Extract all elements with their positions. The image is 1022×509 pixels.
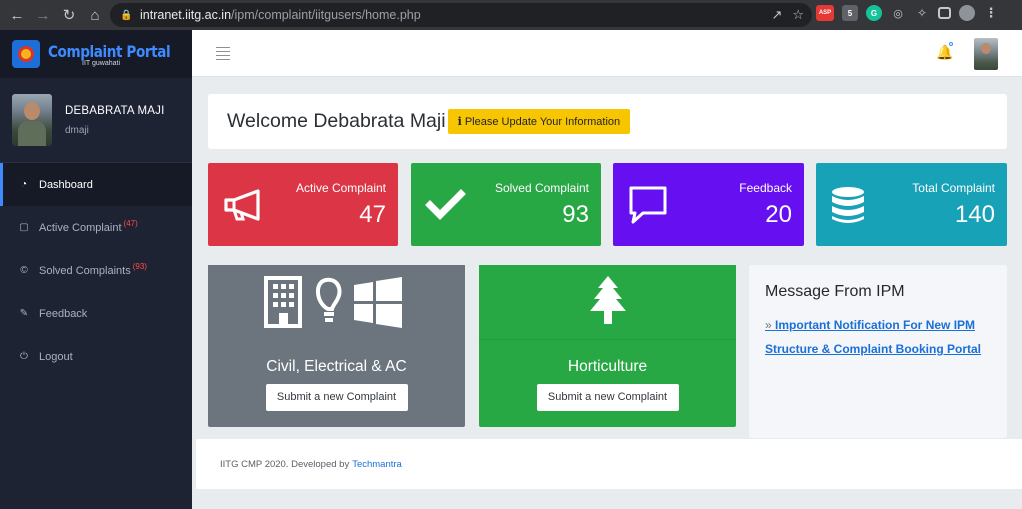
count-badge: (47) xyxy=(123,219,138,228)
lock-icon[interactable]: 🔒 xyxy=(120,10,134,21)
notification-dot xyxy=(949,42,953,46)
welcome-text: Welcome Debabrata Maji xyxy=(227,110,446,132)
profile-avatar-icon[interactable] xyxy=(959,5,975,21)
tree-icon xyxy=(589,276,626,324)
submit-complaint-button[interactable]: Submit a new Complaint xyxy=(536,384,679,411)
share-icon[interactable]: ↗ xyxy=(771,7,782,23)
star-icon[interactable]: ☆ xyxy=(792,7,804,23)
forward-arrow-icon[interactable]: → xyxy=(30,2,56,28)
sidebar-item-active-complaint[interactable]: ▢ Active Complaint (47) xyxy=(0,206,192,249)
user-name: DEBABRATA MAJI xyxy=(65,104,165,117)
browser-toolbar: ← → ↻ ⌂ 🔒 intranet.iitg.ac.in/ipm/compla… xyxy=(0,0,1022,30)
check-icon xyxy=(425,189,466,220)
megaphone-icon xyxy=(224,189,260,221)
footer-text: IITG CMP 2020. Developed by xyxy=(220,458,350,470)
welcome-card: Welcome Debabrata Maji i Please Update Y… xyxy=(208,94,1007,149)
top-navbar: 🔔 xyxy=(192,30,1022,77)
comment-icon xyxy=(629,186,667,224)
stat-card-feedback[interactable]: Feedback 20 xyxy=(613,163,804,246)
stat-card-total-complaint[interactable]: Total Complaint 140 xyxy=(816,163,1007,246)
bell-icon[interactable]: 🔔 xyxy=(936,44,953,61)
stat-value: 20 xyxy=(765,201,792,228)
category-card-horticulture: Horticulture Submit a new Complaint xyxy=(479,265,736,427)
user-id: dmaji xyxy=(65,124,89,136)
asp-extension-icon[interactable]: ASP xyxy=(816,5,834,21)
stat-card-active-complaint[interactable]: Active Complaint 47 xyxy=(208,163,398,246)
building-bulb-windows-icon xyxy=(263,275,402,328)
address-bar[interactable]: 🔒 intranet.iitg.ac.in/ipm/complaint/iitg… xyxy=(110,3,812,27)
double-chevron-icon: » xyxy=(765,318,772,332)
stat-card-solved-complaint[interactable]: Solved Complaint 93 xyxy=(411,163,601,246)
database-icon xyxy=(832,187,864,223)
stat-label: Active Complaint xyxy=(295,181,386,195)
sidebar-item-dashboard[interactable]: ◔ Dashboard xyxy=(0,163,192,206)
stat-label: Feedback xyxy=(739,181,792,195)
update-info-button[interactable]: i Please Update Your Information xyxy=(447,109,631,134)
badge-extension-icon[interactable]: 5 xyxy=(842,5,858,21)
sidebar-item-label: Logout xyxy=(39,350,73,363)
sidebar-item-logout[interactable]: ⏻ Logout xyxy=(0,335,192,378)
stat-value: 140 xyxy=(954,201,995,228)
category-card-civil: Civil, Electrical & AC Submit a new Comp… xyxy=(208,265,465,427)
sidebar-menu: ◔ Dashboard ▢ Active Complaint (47) © So… xyxy=(0,163,192,378)
hamburger-menu-icon[interactable] xyxy=(216,47,230,63)
url-host: intranet.iitg.ac.in xyxy=(140,8,232,22)
stat-value: 47 xyxy=(359,201,386,228)
category-title: Horticulture xyxy=(567,358,648,375)
brand-title: Complaint Portal xyxy=(48,41,171,61)
puzzle-icon[interactable]: ✧ xyxy=(914,5,930,21)
submit-complaint-button[interactable]: Submit a new Complaint xyxy=(265,384,408,411)
message-title: Message From IPM xyxy=(765,283,905,300)
sidebar-item-label: Dashboard xyxy=(39,178,93,191)
avatar[interactable] xyxy=(974,38,998,70)
stat-label: Total Complaint xyxy=(912,181,995,195)
notification-link[interactable]: » Important Notification For New IPM Str… xyxy=(765,313,991,361)
dropper-extension-icon[interactable]: ◎ xyxy=(890,5,906,21)
sidebar: Complaint Portal IIT guwahati DEBABRATA … xyxy=(0,30,192,509)
stat-label: Solved Complaint xyxy=(494,181,589,195)
user-panel: DEBABRATA MAJI dmaji xyxy=(0,78,192,163)
copyright-icon: © xyxy=(20,265,28,276)
brand[interactable]: Complaint Portal IIT guwahati xyxy=(0,30,192,78)
stat-value: 93 xyxy=(562,201,589,228)
info-icon: i xyxy=(457,115,462,128)
book-icon: ▢ xyxy=(19,222,29,233)
developer-link[interactable]: Techmantra xyxy=(352,459,402,470)
home-icon[interactable]: ⌂ xyxy=(82,2,108,28)
sidebar-item-label: Solved Complaints xyxy=(39,264,131,277)
grammarly-extension-icon[interactable]: G xyxy=(866,5,882,21)
count-badge: (93) xyxy=(132,262,147,271)
main-content: Welcome Debabrata Maji i Please Update Y… xyxy=(192,78,1022,509)
sidebar-item-label: Feedback xyxy=(39,307,88,320)
sidebar-item-feedback[interactable]: ✎ Feedback xyxy=(0,292,192,335)
sidebar-item-solved-complaints[interactable]: © Solved Complaints (93) xyxy=(0,249,192,292)
sidebar-item-label: Active Complaint xyxy=(39,221,122,234)
power-icon: ⏻ xyxy=(20,351,28,362)
dashboard-icon: ◔ xyxy=(20,179,28,190)
brand-subtitle: IIT guwahati xyxy=(82,59,121,67)
message-card: Message From IPM » Important Notificatio… xyxy=(749,265,1007,438)
more-menu-icon[interactable]: ⋮ xyxy=(983,5,999,21)
footer: IITG CMP 2020. Developed by Techmantra xyxy=(196,439,1022,489)
url-path: /ipm/complaint/iitgusers/home.php xyxy=(231,8,421,22)
logo-icon xyxy=(12,40,40,68)
sidepanel-icon[interactable] xyxy=(938,7,951,19)
back-arrow-icon[interactable]: ← xyxy=(4,2,30,28)
avatar xyxy=(12,94,52,146)
reload-icon[interactable]: ↻ xyxy=(56,2,82,28)
edit-icon: ✎ xyxy=(19,308,29,319)
category-title: Civil, Electrical & AC xyxy=(266,358,407,375)
